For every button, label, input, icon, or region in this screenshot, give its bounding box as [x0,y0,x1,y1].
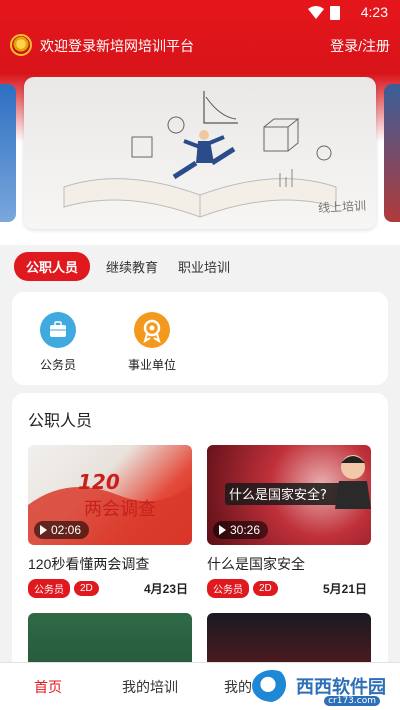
status-bar: 4:23 [0,0,400,26]
watermark-url: cr173.com [324,696,380,706]
video-duration: 02:06 [34,521,90,539]
tag-badge: 公务员 [28,578,70,598]
video-card[interactable]: 什么是国家安全? 30:26 什么是国家安全 公务员 2D 5月21日 [207,445,371,598]
svg-text:120: 120 [78,470,120,494]
banner-carousel[interactable]: 线上培训 [24,77,376,229]
category-tabs: 公职人员 继续教育 职业培训 [14,252,234,281]
duration-text: 02:06 [51,523,82,537]
watermark: 西西软件园 cr173.com [252,668,386,706]
video-thumbnail[interactable]: 120 两会调查 02:06 [28,445,192,545]
subcategory-card: 公务员 事业单位 [12,292,388,385]
video-meta: 公务员 2D 4月23日 [28,578,192,598]
tab-vocational-training[interactable]: 职业培训 [174,253,234,280]
status-time: 4:23 [360,4,388,20]
video-meta: 公务员 2D 5月21日 [207,578,371,598]
subcategory-civil-servant[interactable]: 公务员 [18,312,98,373]
app-header: 欢迎登录新培网培训平台 登录/注册 [0,26,400,66]
badge-icon [134,312,170,348]
tab-public-officials[interactable]: 公职人员 [14,252,91,281]
video-title: 120秒看懂两会调查 [28,556,150,572]
subcategory-label: 公务员 [39,358,76,372]
banner-prev-slide[interactable] [0,84,16,222]
nav-my-training[interactable]: 我的培训 [122,677,178,697]
login-register-link[interactable]: 登录/注册 [330,36,390,56]
video-date: 4月23日 [143,582,188,596]
tag-badge: 2D [74,580,99,596]
video-duration: 30:26 [213,521,269,539]
subcategory-public-institution[interactable]: 事业单位 [112,312,192,373]
tab-continuing-education[interactable]: 继续教育 [102,253,162,280]
svg-text:什么是国家安全?: 什么是国家安全? [229,487,327,503]
svg-text:两会调查: 两会调查 [84,499,156,520]
watermark-logo-icon [252,670,292,702]
emblem-logo [10,34,32,56]
duration-text: 30:26 [230,523,261,537]
nav-home[interactable]: 首页 [34,677,62,697]
battery-icon [330,6,340,20]
section-title: 公职人员 [28,413,93,430]
video-thumbnail[interactable]: 什么是国家安全? 30:26 [207,445,371,545]
tag-badge: 2D [253,580,278,596]
subcategory-label: 事业单位 [127,358,176,372]
video-card[interactable]: 120 两会调查 02:06 120秒看懂两会调查 公务员 2D 4月23日 [28,445,192,598]
welcome-text: 欢迎登录新培网培训平台 [40,38,194,54]
briefcase-icon [40,312,76,348]
wifi-icon [308,6,324,19]
play-icon [40,525,47,535]
banner-caption: 线上培训 [317,198,367,216]
banner-next-slide[interactable] [384,84,400,222]
tag-badge: 公务员 [207,578,249,598]
video-date: 5月21日 [322,582,367,596]
video-title: 什么是国家安全 [207,556,305,572]
nav-me[interactable]: 我的 [224,677,252,697]
play-icon [219,525,226,535]
